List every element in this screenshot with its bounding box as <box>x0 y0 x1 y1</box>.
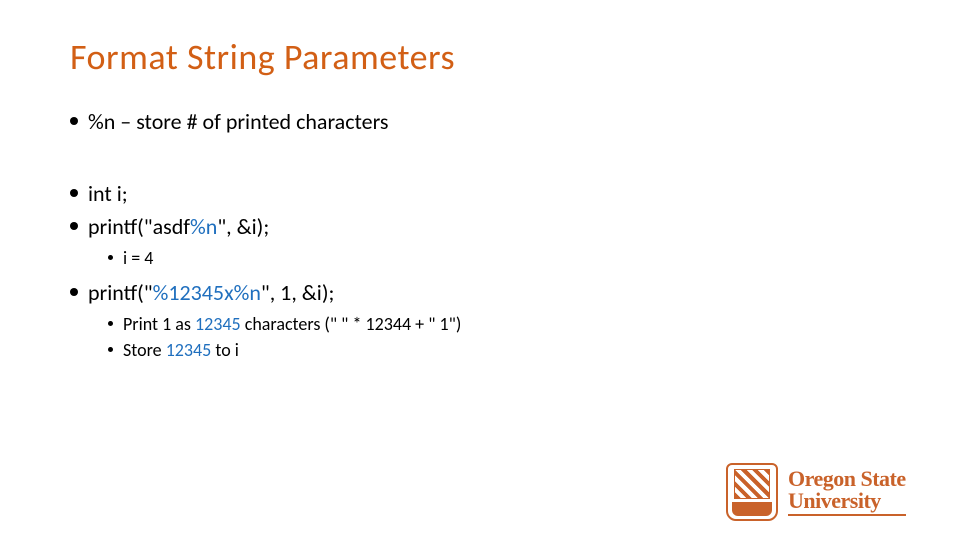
text-fragment: characters (" " * 12344 + " 1") <box>241 313 462 335</box>
text-fragment: ", 1, &i); <box>261 279 335 306</box>
text-fragment: Print 1 as <box>123 313 195 335</box>
number-highlight: 12345 <box>166 339 212 361</box>
bullet-dot-icon <box>70 189 78 197</box>
format-specifier: %n <box>190 213 217 240</box>
sub-bullet-item: i = 4 <box>108 246 890 270</box>
text-fragment: Store <box>123 339 166 361</box>
number-highlight: 12345 <box>195 313 241 335</box>
bullet-text: Store 12345 to i <box>123 338 239 362</box>
bullet-dot-icon <box>70 288 78 296</box>
spacer <box>70 141 890 179</box>
crest-base-icon <box>732 502 772 516</box>
bullet-dot-icon <box>70 222 78 230</box>
bullet-item: int i; <box>70 179 890 209</box>
sub-bullet-item: Print 1 as 12345 characters (" " * 12344… <box>108 312 890 336</box>
bullet-item: printf("asdf%n", &i); <box>70 212 890 242</box>
text-fragment: printf("asdf <box>88 213 190 240</box>
bullet-text: printf("%12345x%n", 1, &i); <box>88 278 334 308</box>
crest-pattern-icon <box>734 469 770 499</box>
text-fragment: to i <box>211 339 239 361</box>
logo-line-1: Oregon State <box>788 468 906 490</box>
text-fragment: printf(" <box>88 279 153 306</box>
bullet-item: printf("%12345x%n", 1, &i); <box>70 278 890 308</box>
bullet-list: %n – store # of printed characters int i… <box>70 107 890 363</box>
format-specifier: %12345x%n <box>153 279 261 306</box>
bullet-text: i = 4 <box>123 246 153 270</box>
university-logo: Oregon State University <box>726 462 936 522</box>
bullet-text: printf("asdf%n", &i); <box>88 212 269 242</box>
bullet-text: int i; <box>88 179 128 209</box>
logo-line-2: University <box>788 490 906 516</box>
bullet-text: %n – store # of printed characters <box>88 107 389 137</box>
bullet-dot-icon <box>70 117 78 125</box>
sub-bullet-dot-icon <box>108 255 113 260</box>
bullet-text: Print 1 as 12345 characters (" " * 12344… <box>123 312 461 336</box>
crest-icon <box>726 463 778 521</box>
slide: Format String Parameters %n – store # of… <box>0 0 960 540</box>
sub-bullet-dot-icon <box>108 347 113 352</box>
bullet-item: %n – store # of printed characters <box>70 107 890 137</box>
text-fragment: ", &i); <box>217 213 269 240</box>
slide-title: Format String Parameters <box>70 35 890 79</box>
sub-bullet-item: Store 12345 to i <box>108 338 890 362</box>
sub-bullet-dot-icon <box>108 321 113 326</box>
logo-text: Oregon State University <box>788 468 906 516</box>
